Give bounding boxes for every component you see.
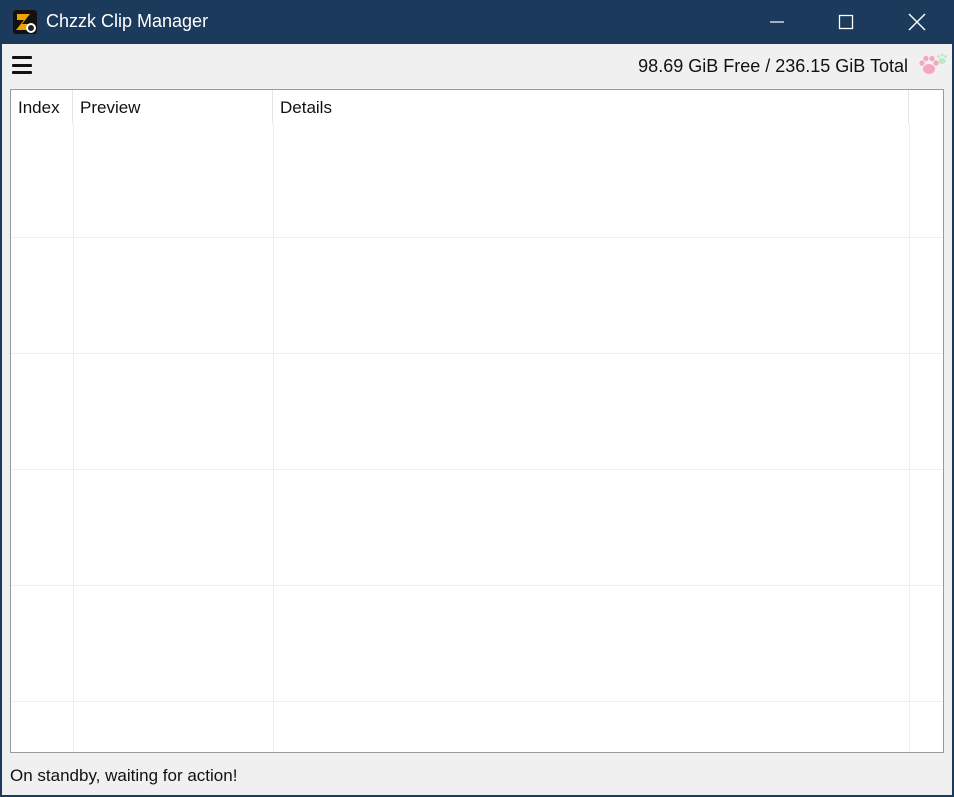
column-header-details[interactable]: Details bbox=[273, 90, 909, 123]
column-divider bbox=[909, 123, 910, 752]
row-divider bbox=[11, 237, 943, 238]
client-area: 98.69 GiB Free / 236.15 GiB Total Index … bbox=[2, 44, 952, 795]
menu-bar bbox=[12, 63, 32, 67]
close-icon bbox=[908, 13, 926, 31]
row-divider bbox=[11, 585, 943, 586]
row-divider bbox=[11, 469, 943, 470]
column-header-extra[interactable] bbox=[909, 90, 943, 123]
column-header-index[interactable]: Index bbox=[11, 90, 73, 123]
chzzk-logo-icon bbox=[13, 10, 37, 34]
app-window: Chzzk Clip Manager 98.69 GiB Free / 236.… bbox=[0, 0, 954, 797]
column-header-preview[interactable]: Preview bbox=[73, 90, 273, 123]
maximize-icon bbox=[838, 14, 854, 30]
paw-icon bbox=[919, 53, 947, 74]
clip-list[interactable]: Index Preview Details bbox=[10, 89, 944, 753]
status-bar-text: On standby, waiting for action! bbox=[10, 766, 238, 785]
close-button[interactable] bbox=[882, 0, 952, 44]
row-divider bbox=[11, 353, 943, 354]
minimize-icon bbox=[770, 21, 784, 23]
menu-bar bbox=[12, 56, 32, 59]
disk-space-label: 98.69 GiB Free / 236.15 GiB Total bbox=[638, 56, 908, 76]
column-divider bbox=[273, 123, 274, 752]
title-bar[interactable]: Chzzk Clip Manager bbox=[0, 0, 954, 44]
menu-bar bbox=[12, 71, 32, 74]
row-divider bbox=[11, 701, 943, 702]
maximize-button[interactable] bbox=[811, 0, 881, 44]
minimize-button[interactable] bbox=[742, 0, 812, 44]
window-title: Chzzk Clip Manager bbox=[46, 11, 209, 31]
hamburger-menu-icon[interactable] bbox=[12, 56, 32, 74]
column-divider bbox=[73, 123, 74, 752]
list-header: Index Preview Details bbox=[11, 90, 943, 123]
